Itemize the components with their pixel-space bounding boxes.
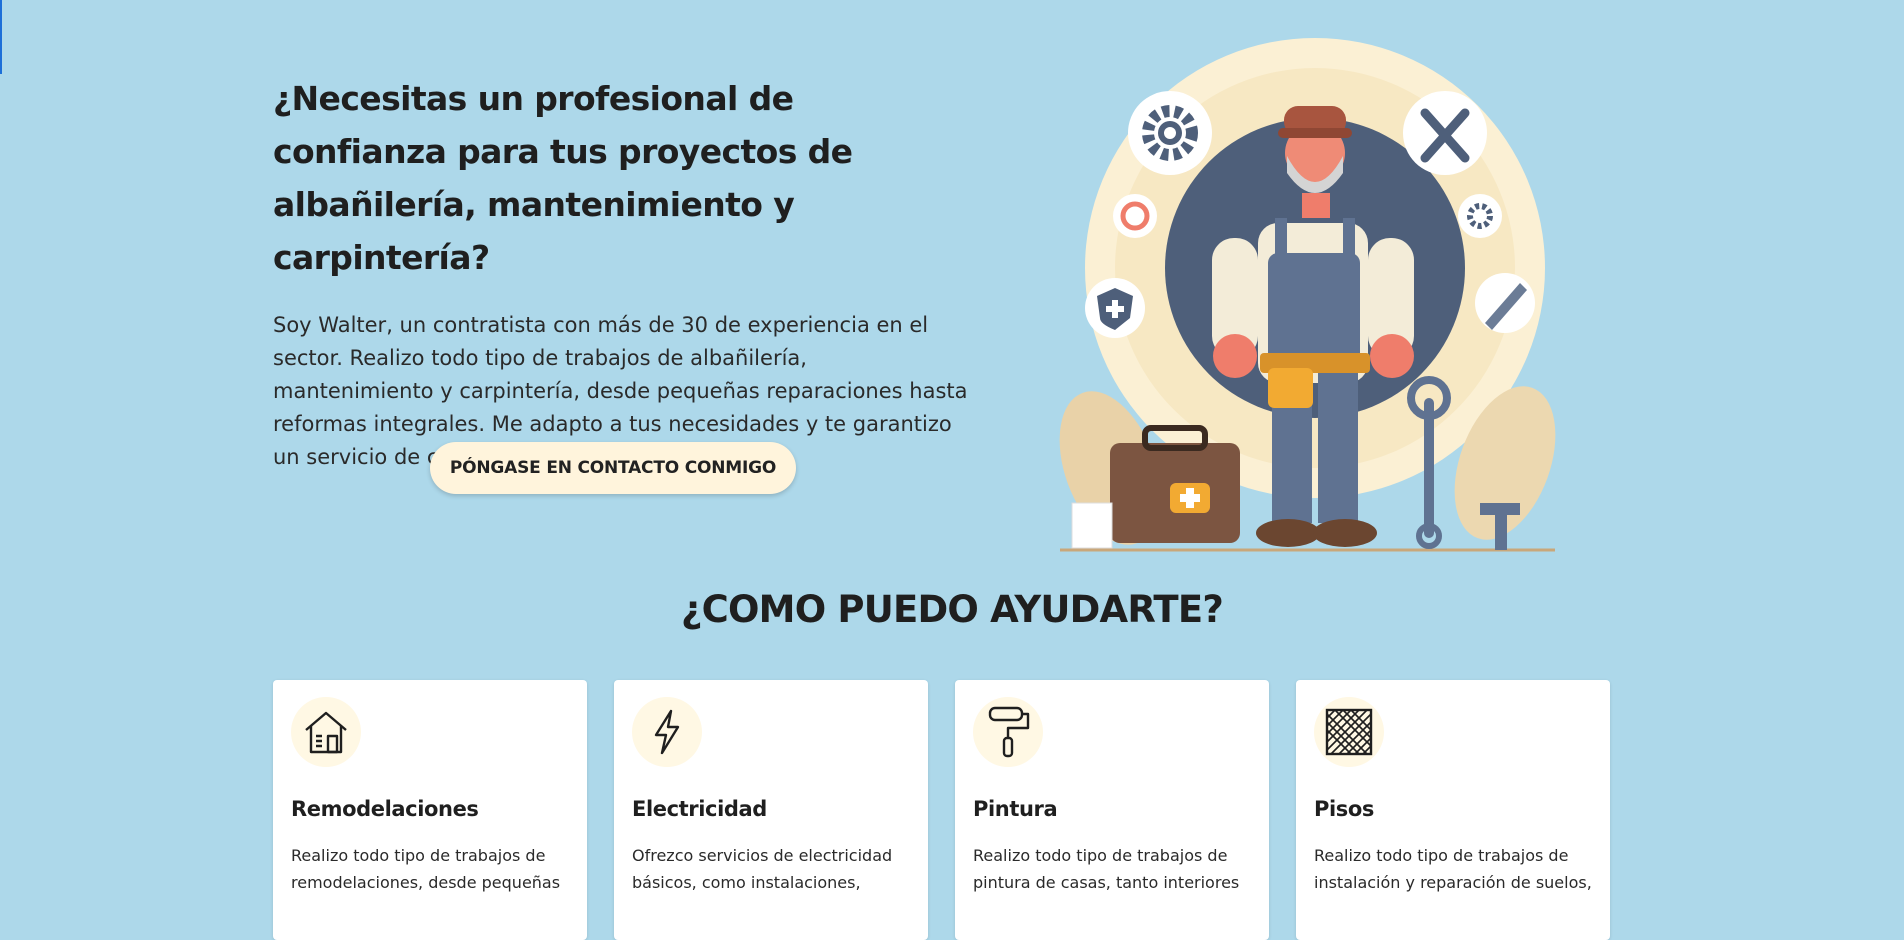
paint-roller-icon <box>973 697 1043 767</box>
services-list: Remodelaciones Realizo todo tipo de trab… <box>273 680 1617 940</box>
service-title: Remodelaciones <box>291 797 479 821</box>
hero-title: ¿Necesitas un profesional de confianza p… <box>273 79 853 277</box>
service-card-pisos[interactable]: Pisos Realizo todo tipo de trabajos de i… <box>1296 680 1610 940</box>
hero-section: ¿Necesitas un profesional de confianza p… <box>273 72 973 474</box>
gear-icon <box>1128 91 1212 175</box>
tools-icon <box>1403 91 1487 175</box>
service-description: Realizo todo tipo de trabajos de remodel… <box>291 846 561 892</box>
house-icon <box>291 697 361 767</box>
services-title: ¿COMO PUEDO AYUDARTE? <box>681 588 1224 631</box>
service-description: Ofrezco servicios de electricidad básico… <box>632 846 893 892</box>
service-description: Realizo todo tipo de trabajos de pintura… <box>973 846 1240 892</box>
contact-button[interactable]: PÓNGASE EN CONTACTO CONMIGO <box>430 442 796 494</box>
toolbox-icon <box>1110 425 1240 543</box>
service-description: Realizo todo tipo de trabajos de instala… <box>1314 846 1592 892</box>
lightning-icon <box>632 697 702 767</box>
left-edge-accent <box>0 0 2 74</box>
service-card-electricidad[interactable]: Electricidad Ofrezco servicios de electr… <box>614 680 928 940</box>
handyman-illustration <box>1040 38 1570 558</box>
service-title: Pisos <box>1314 797 1375 821</box>
service-title: Electricidad <box>632 797 767 821</box>
service-card-pintura[interactable]: Pintura Realizo todo tipo de trabajos de… <box>955 680 1269 940</box>
service-card-remodelaciones[interactable]: Remodelaciones Realizo todo tipo de trab… <box>273 680 587 940</box>
service-title: Pintura <box>973 797 1058 821</box>
shield-icon <box>1085 278 1145 338</box>
floor-tiles-icon <box>1314 697 1384 767</box>
